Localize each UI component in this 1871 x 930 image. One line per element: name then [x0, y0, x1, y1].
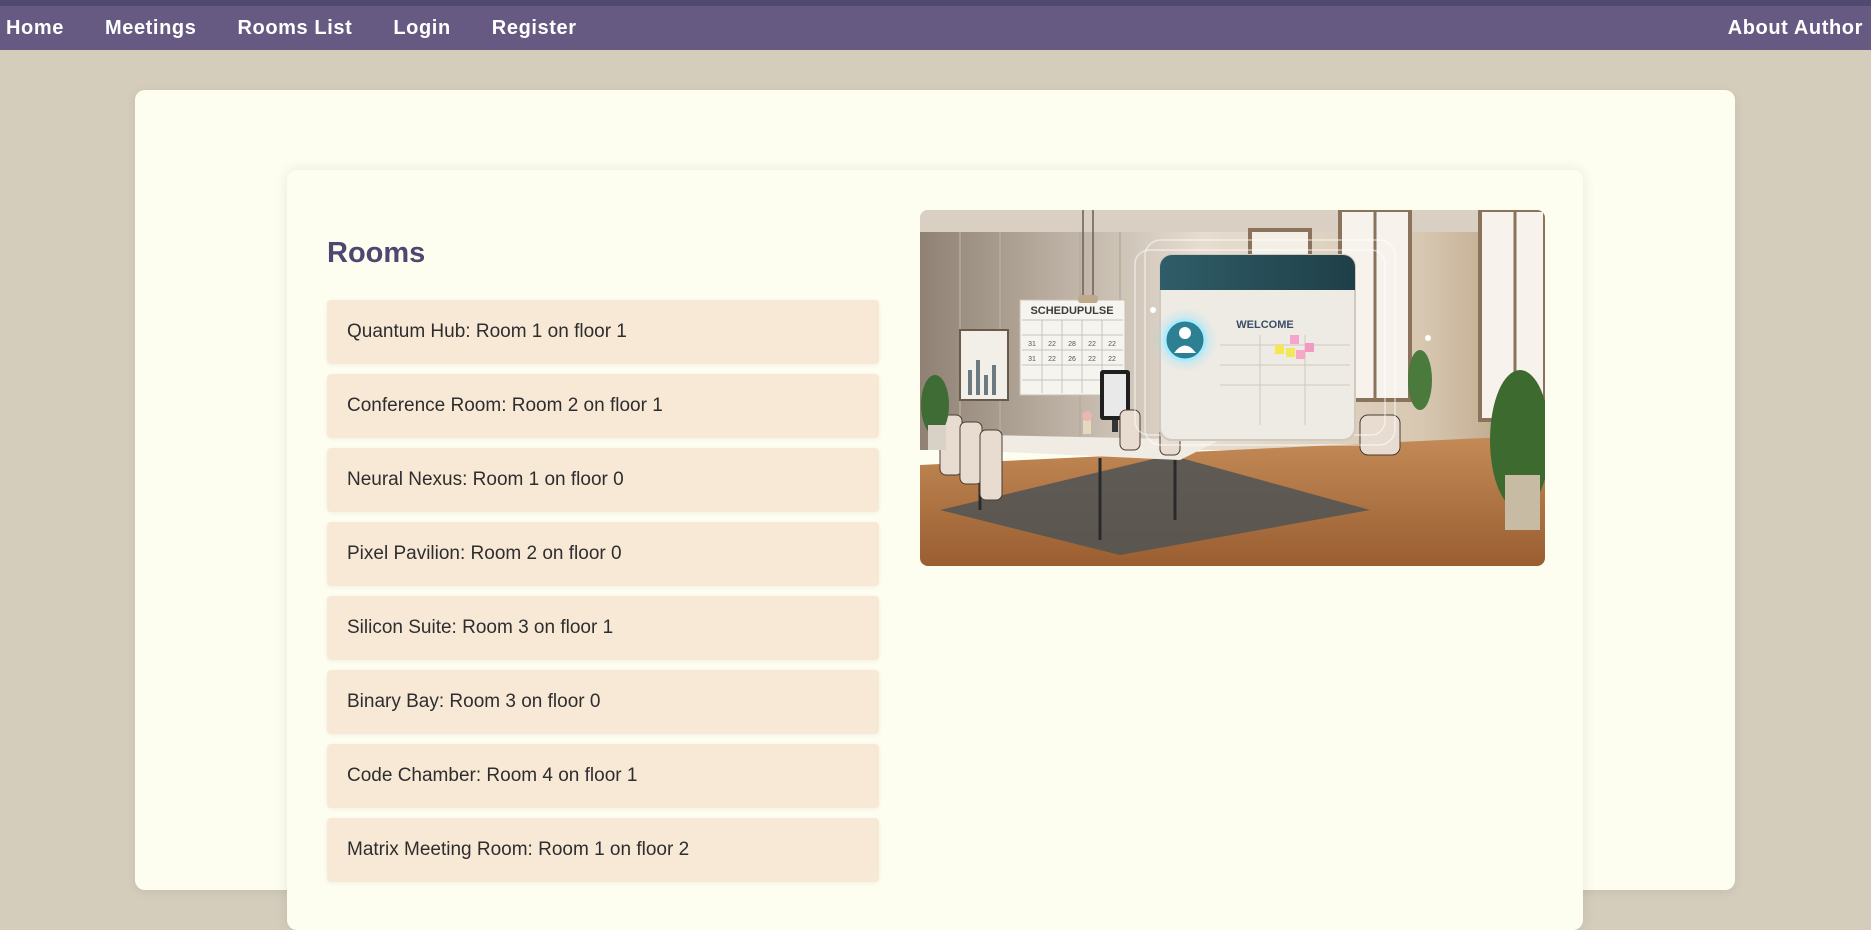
room-list-item[interactable]: Silicon Suite: Room 3 on floor 1 — [327, 596, 879, 660]
calendar-date: 26 — [1068, 356, 1076, 363]
room-list-item[interactable]: Conference Room: Room 2 on floor 1 — [327, 374, 879, 438]
page-title: Rooms — [327, 237, 426, 269]
calendar-date: 22 — [1048, 356, 1056, 363]
user-avatar-icon — [1163, 318, 1207, 362]
welcome-screen: WELCOME — [1153, 254, 1356, 441]
flower-vase — [1082, 411, 1092, 434]
room-list-item[interactable]: Binary Bay: Room 3 on floor 0 — [327, 670, 879, 734]
room-list-item[interactable]: Code Chamber: Room 4 on floor 1 — [327, 744, 879, 808]
calendar-date: 22 — [1048, 341, 1056, 348]
nav-login-link[interactable]: Login — [393, 17, 450, 40]
room-list-item[interactable]: Neural Nexus: Room 1 on floor 0 — [327, 448, 879, 512]
nav-register-link[interactable]: Register — [492, 17, 577, 40]
main-container: Rooms Quantum Hub: Room 1 on floor 1 Con… — [135, 90, 1735, 930]
room-list-item[interactable]: Pixel Pavilion: Room 2 on floor 0 — [327, 522, 879, 586]
ceiling — [920, 210, 1545, 232]
room-list-item[interactable]: Matrix Meeting Room: Room 1 on floor 2 — [327, 818, 879, 882]
nav-home-link[interactable]: Home — [6, 17, 64, 40]
nav-about-author-link[interactable]: About Author — [1728, 17, 1863, 39]
calendar-label: SCHEDUPULSE — [1030, 305, 1113, 317]
calendar-date: 22 — [1108, 341, 1116, 348]
nav-meetings-link[interactable]: Meetings — [105, 17, 196, 40]
calendar-date: 28 — [1068, 341, 1076, 348]
calendar-date: 22 — [1088, 356, 1096, 363]
nav-rooms-list-link[interactable]: Rooms List — [237, 17, 352, 40]
room-list-item[interactable]: Quantum Hub: Room 1 on floor 1 — [327, 300, 879, 364]
calendar-date: 22 — [1108, 356, 1116, 363]
top-navbar: Home Meetings Rooms List Login Register … — [0, 6, 1871, 50]
screen-welcome-text: WELCOME — [1236, 319, 1293, 331]
rooms-card: Rooms Quantum Hub: Room 1 on floor 1 Con… — [287, 170, 1583, 930]
wall-chart — [959, 329, 1009, 401]
calendar-date: 31 — [1028, 356, 1036, 363]
meeting-room-illustration-svg: SCHEDUPULSE 31 22 28 22 22 31 22 26 22 2… — [920, 210, 1545, 566]
rooms-column: Rooms Quantum Hub: Room 1 on floor 1 Con… — [327, 210, 879, 882]
nav-right: About Author — [1728, 17, 1863, 40]
meeting-room-illustration: SCHEDUPULSE 31 22 28 22 22 31 22 26 22 2… — [920, 210, 1545, 566]
nav-links: Home Meetings Rooms List Login Register — [6, 17, 618, 40]
calendar-date: 31 — [1028, 341, 1036, 348]
room-list: Quantum Hub: Room 1 on floor 1 Conferenc… — [327, 300, 879, 882]
calendar-date: 22 — [1088, 341, 1096, 348]
